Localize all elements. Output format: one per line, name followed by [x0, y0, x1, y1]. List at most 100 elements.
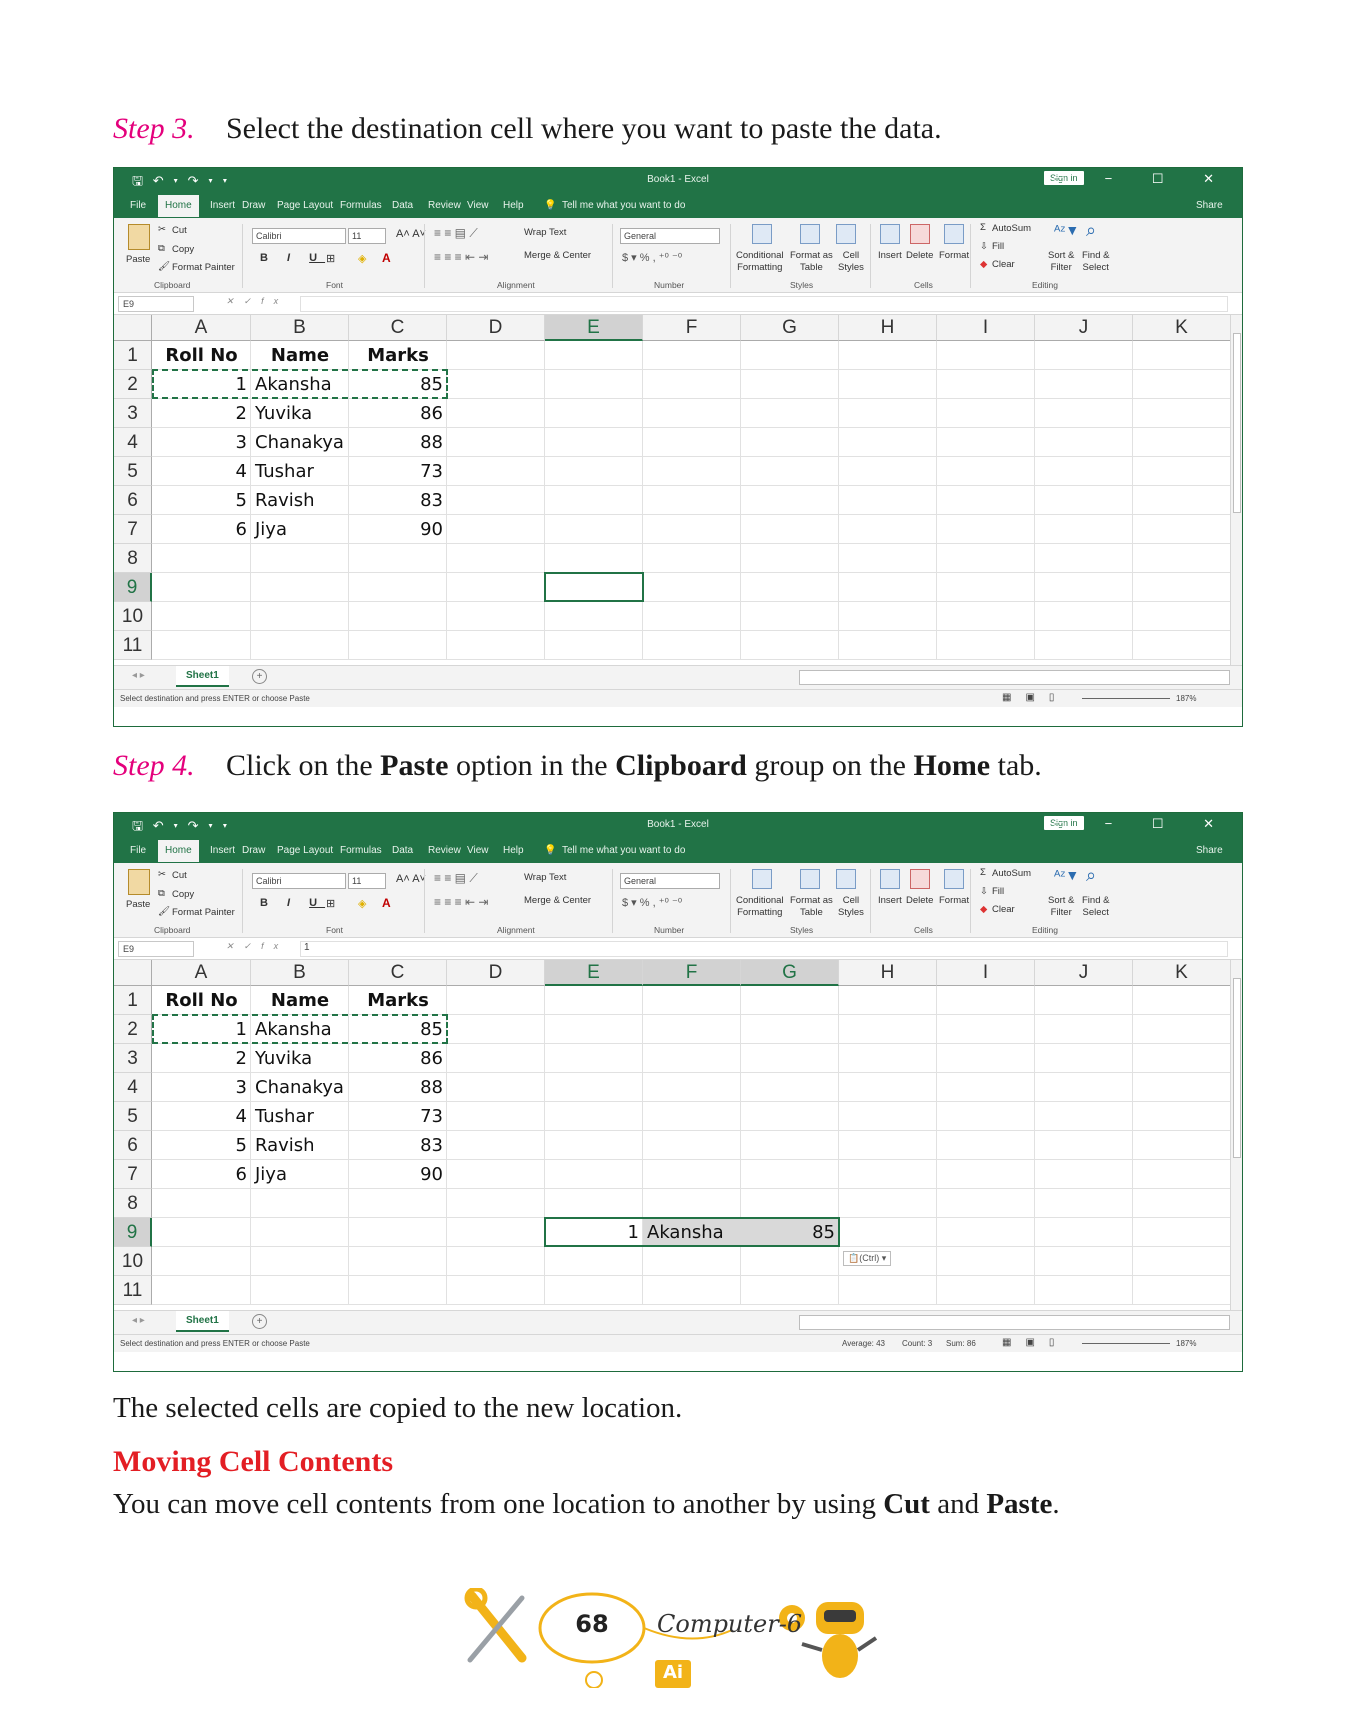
- tab-9[interactable]: Help: [503, 200, 524, 211]
- header-cell[interactable]: Marks: [349, 341, 447, 370]
- view-buttons[interactable]: ▦▣▯: [1002, 692, 1068, 703]
- tell-me-search[interactable]: Tell me what you want to do: [562, 845, 685, 856]
- conditional-formatting-icon[interactable]: [752, 869, 772, 889]
- cell-name[interactable]: Jiya: [255, 515, 349, 544]
- header-cell[interactable]: Marks: [349, 986, 447, 1015]
- insert-cells-icon[interactable]: [880, 224, 900, 244]
- borders-icon[interactable]: ⊞: [326, 897, 335, 910]
- cell-name[interactable]: Ravish: [255, 486, 349, 515]
- find-icon[interactable]: ⌕: [1086, 865, 1096, 886]
- header-cell[interactable]: Roll No: [152, 986, 251, 1015]
- font-grow-icon[interactable]: A˄ A˅: [396, 873, 426, 885]
- format-as-table-icon[interactable]: [800, 224, 820, 244]
- column-header-c[interactable]: C: [349, 315, 447, 341]
- font-color-icon[interactable]: A: [382, 251, 391, 265]
- row-header-1[interactable]: 1: [114, 986, 152, 1015]
- cell-name[interactable]: Tushar: [255, 457, 349, 486]
- tab-3[interactable]: Draw: [242, 200, 265, 211]
- cell-marks[interactable]: 73: [349, 457, 443, 486]
- column-header-e[interactable]: E: [545, 960, 643, 986]
- cell-roll-no[interactable]: 2: [152, 399, 247, 428]
- cell-marks[interactable]: 86: [349, 399, 443, 428]
- copy-button[interactable]: Copy: [172, 889, 194, 900]
- sort-filter-icon[interactable]: ᴬᶻ▼: [1054, 867, 1079, 883]
- tab-5[interactable]: Formulas: [340, 845, 382, 856]
- insert-cells-icon[interactable]: [880, 869, 900, 889]
- row-header-3[interactable]: 3: [114, 1044, 152, 1073]
- cell-roll-no[interactable]: 3: [152, 428, 247, 457]
- cell-marks[interactable]: 86: [349, 1044, 443, 1073]
- sort-filter-button[interactable]: Sort & Filter: [1048, 895, 1074, 919]
- align-left-icons[interactable]: ≡ ≡ ≡ ⇤ ⇥: [434, 250, 488, 264]
- pasted-roll-no[interactable]: 1: [545, 1218, 639, 1247]
- row-header-9[interactable]: 9: [114, 1218, 152, 1247]
- tab-4[interactable]: Page Layout: [277, 845, 333, 856]
- fill-button[interactable]: Fill: [992, 241, 1004, 252]
- select-all-corner[interactable]: [114, 315, 152, 341]
- formula-input[interactable]: [300, 941, 1228, 957]
- cell-marks[interactable]: 83: [349, 1131, 443, 1160]
- row-header-6[interactable]: 6: [114, 486, 152, 515]
- column-header-j[interactable]: J: [1035, 960, 1133, 986]
- share-button[interactable]: Share: [1196, 845, 1223, 856]
- row-header-2[interactable]: 2: [114, 370, 152, 399]
- cell-name[interactable]: Yuvika: [255, 399, 349, 428]
- tab-2[interactable]: Insert: [210, 200, 235, 211]
- paste-icon[interactable]: [128, 869, 150, 895]
- cell-name[interactable]: Chanakya: [255, 428, 349, 457]
- cell-styles-button[interactable]: Cell Styles: [838, 250, 864, 274]
- tab-1[interactable]: Home: [158, 195, 199, 217]
- fx-icon[interactable]: ✕✓fx: [226, 296, 288, 307]
- share-button[interactable]: Share: [1196, 200, 1223, 211]
- conditional-formatting-icon[interactable]: [752, 224, 772, 244]
- tab-7[interactable]: Review: [428, 200, 461, 211]
- delete-cells-button[interactable]: Delete: [906, 895, 933, 906]
- number-format-select[interactable]: General: [620, 873, 720, 889]
- row-header-8[interactable]: 8: [114, 1189, 152, 1218]
- sort-filter-button[interactable]: Sort & Filter: [1048, 250, 1074, 274]
- row-header-5[interactable]: 5: [114, 1102, 152, 1131]
- align-top-icons[interactable]: ≡ ≡ ▤ ⟋: [434, 226, 478, 241]
- find-icon[interactable]: ⌕: [1086, 220, 1096, 241]
- cell-roll-no[interactable]: 4: [152, 457, 247, 486]
- zoom-level[interactable]: 187%: [1176, 1339, 1196, 1348]
- view-buttons[interactable]: ▦▣▯: [1002, 1337, 1068, 1348]
- pasted-marks[interactable]: 85: [741, 1218, 835, 1247]
- paste-icon[interactable]: [128, 224, 150, 250]
- format-as-table-button[interactable]: Format as Table: [790, 895, 833, 919]
- font-grow-icon[interactable]: A˄ A˅: [396, 228, 426, 240]
- column-header-i[interactable]: I: [937, 315, 1035, 341]
- column-header-f[interactable]: F: [643, 960, 741, 986]
- tab-5[interactable]: Formulas: [340, 200, 382, 211]
- column-header-b[interactable]: B: [251, 315, 349, 341]
- zoom-slider[interactable]: [1082, 698, 1170, 699]
- column-header-g[interactable]: G: [741, 315, 839, 341]
- insert-cells-button[interactable]: Insert: [878, 250, 902, 261]
- cell-roll-no[interactable]: 3: [152, 1073, 247, 1102]
- insert-cells-button[interactable]: Insert: [878, 895, 902, 906]
- delete-cells-button[interactable]: Delete: [906, 250, 933, 261]
- tab-6[interactable]: Data: [392, 845, 413, 856]
- column-header-a[interactable]: A: [152, 960, 251, 986]
- vertical-scrollbar[interactable]: [1230, 960, 1242, 1312]
- cut-button[interactable]: Cut: [172, 225, 187, 236]
- conditional-formatting-button[interactable]: Conditional Formatting: [736, 895, 784, 919]
- sheet-tab[interactable]: Sheet1: [176, 1311, 229, 1332]
- cell-styles-icon[interactable]: [836, 224, 856, 244]
- format-painter-button[interactable]: Format Painter: [172, 262, 235, 273]
- row-header-3[interactable]: 3: [114, 399, 152, 428]
- align-top-icons[interactable]: ≡ ≡ ▤ ⟋: [434, 871, 478, 886]
- row-header-1[interactable]: 1: [114, 341, 152, 370]
- zoom-level[interactable]: 187%: [1176, 694, 1196, 703]
- column-header-i[interactable]: I: [937, 960, 1035, 986]
- tab-2[interactable]: Insert: [210, 845, 235, 856]
- autosum-button[interactable]: AutoSum: [992, 868, 1031, 879]
- tab-8[interactable]: View: [467, 200, 489, 211]
- font-size-select[interactable]: 11: [348, 228, 386, 244]
- cell-roll-no[interactable]: 2: [152, 1044, 247, 1073]
- worksheet-grid[interactable]: A B C D E F G H I J K 1 2 3 4 5 6 7 8 9 10 11 Roll No Name Marks…: [114, 960, 1232, 1310]
- row-header-7[interactable]: 7: [114, 515, 152, 544]
- row-header-11[interactable]: 11: [114, 1276, 152, 1305]
- delete-cells-icon[interactable]: [910, 869, 930, 889]
- scroll-thumb[interactable]: [1233, 978, 1241, 1158]
